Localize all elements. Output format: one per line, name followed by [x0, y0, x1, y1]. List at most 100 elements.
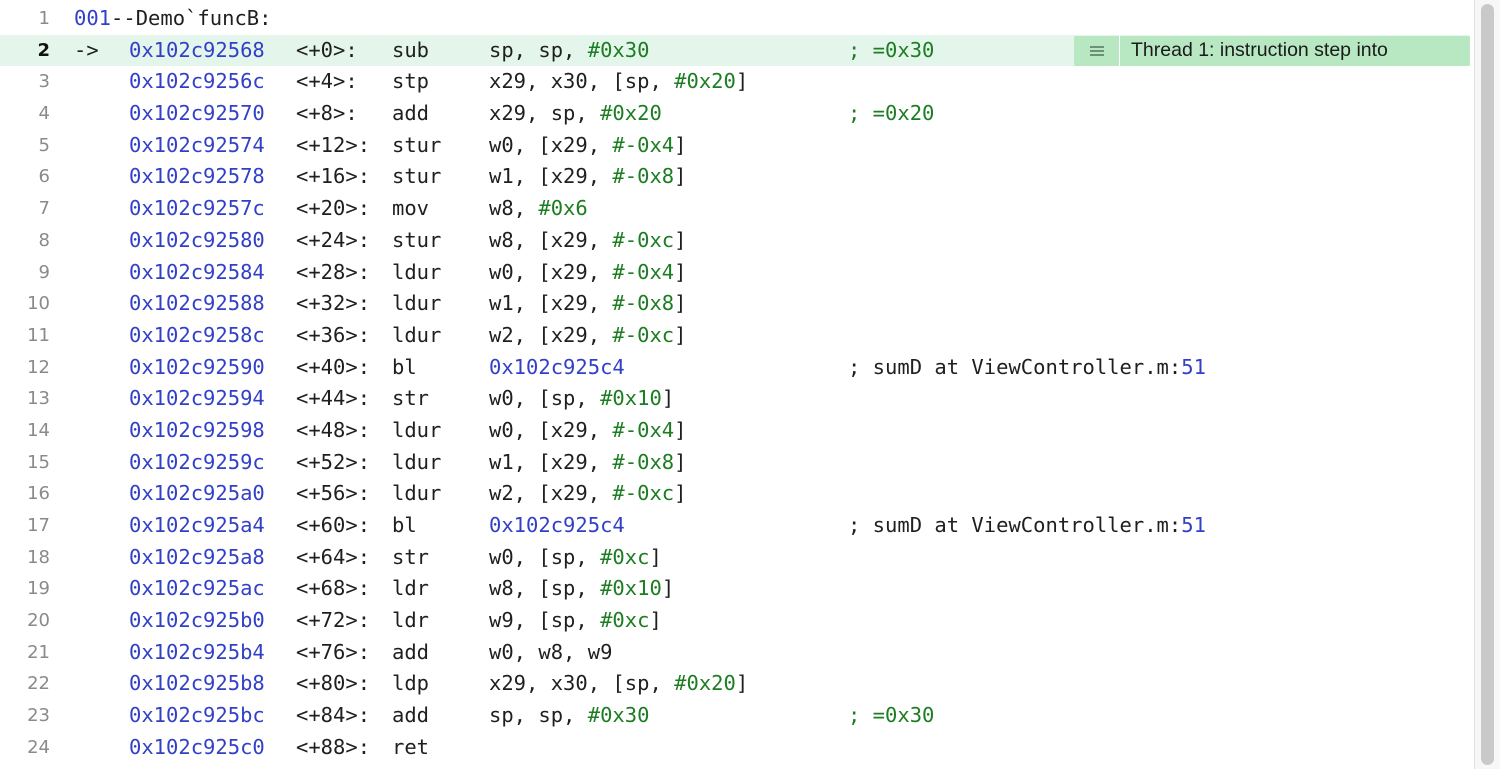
- function-title-name: --Demo`funcB:: [111, 6, 272, 30]
- instruction-address: 0x102c925bc: [129, 703, 265, 728]
- instruction-address: 0x102c9257c: [129, 196, 265, 221]
- operand-text: ]: [674, 259, 687, 284]
- instruction-comment: ; =0x30: [848, 37, 935, 62]
- code-line[interactable]: 11 0x102c9258c <+36>: ldur w2, [x29, #-0xc]: [0, 320, 1470, 352]
- line-number: 20: [27, 610, 50, 632]
- code-line[interactable]: 7 0x102c9257c <+20>: mov w8, #0x6: [0, 193, 1470, 225]
- instruction-operands: x29, sp, #0x20: [489, 98, 662, 130]
- code-line[interactable]: 13 0x102c92594 <+44>: str w0, [sp, #0x10]: [0, 383, 1470, 415]
- instruction-operands: sp, sp, #0x30: [489, 700, 649, 732]
- function-title-number: 001: [74, 6, 112, 30]
- code-line[interactable]: 17 0x102c925a4 <+60>: bl 0x102c925c4 ; sumD a…: [0, 510, 1470, 542]
- thread-status-badge[interactable]: Thread 1: instruction step into: [1074, 35, 1470, 66]
- operand-text: w0, [x29,: [489, 132, 613, 157]
- scrollbar-thumb[interactable]: [1481, 4, 1494, 765]
- function-title: 001--Demo`funcB:: [74, 3, 271, 35]
- current-instruction-line[interactable]: 2 -> 0x102c92568 <+0>: sub sp, sp, #0x30 ; =0x…: [0, 34, 1470, 67]
- code-line[interactable]: 22 0x102c925b8 <+80>: ldp x29, x30, [sp, #0x…: [0, 668, 1470, 700]
- code-line[interactable]: 19 0x102c925ac <+68>: ldr w8, [sp, #0x10]: [0, 573, 1470, 605]
- instruction-mnemonic: stur: [392, 132, 442, 157]
- operand-text: ]: [674, 449, 687, 474]
- instruction-offset: <+88>:: [296, 734, 371, 759]
- instruction-mnemonic: ldr: [392, 608, 430, 633]
- code-line[interactable]: 5 0x102c92574 <+12>: stur w0, [x29, #-0x4]: [0, 130, 1470, 162]
- line-number: 18: [27, 546, 50, 568]
- code-line[interactable]: 16 0x102c925a0 <+56>: ldur w2, [x29, #-0xc]: [0, 478, 1470, 510]
- instruction-address: 0x102c925a4: [129, 513, 265, 537]
- operand-text: ]: [674, 322, 687, 347]
- instruction-mnemonic: ldur: [392, 449, 442, 474]
- operand-text: ]: [661, 576, 675, 601]
- instruction-mnemonic: ldur: [392, 291, 442, 316]
- operand-text: w1, [x29,: [489, 164, 613, 189]
- code-line[interactable]: 1 001--Demo`funcB:: [0, 3, 1470, 35]
- code-line[interactable]: 23 0x102c925bc <+84>: add sp, sp, #0x30 ; =0x…: [0, 700, 1470, 732]
- instruction-mnemonic: str: [392, 386, 430, 411]
- line-number: 24: [27, 736, 50, 758]
- code-line[interactable]: 20 0x102c925b0 <+72>: ldr w9, [sp, #0xc]: [0, 605, 1470, 637]
- operand-immediate: #-0x8: [612, 291, 675, 316]
- line-number: 19: [27, 578, 50, 600]
- operand-text: ]: [735, 69, 749, 94]
- code-line[interactable]: 9 0x102c92584 <+28>: ldur w0, [x29, #-0x4]: [0, 257, 1470, 289]
- symbol-comment: ; sumD at ViewController.m:51: [848, 510, 1206, 542]
- operand-immediate: #0x30: [587, 37, 650, 62]
- operand-text: ]: [649, 608, 662, 633]
- operand-branch-target[interactable]: 0x102c925c4: [489, 513, 625, 537]
- instruction-offset: <+16>:: [296, 164, 371, 189]
- instruction-offset: <+84>:: [296, 703, 371, 728]
- instruction-offset: <+72>:: [296, 608, 371, 633]
- code-line[interactable]: 10 0x102c92588 <+32>: ldur w1, [x29, #-0x8]: [0, 288, 1470, 320]
- instruction-mnemonic: ldur: [392, 481, 442, 506]
- operand-immediate: #0x6: [538, 196, 588, 221]
- instruction-offset: <+20>:: [296, 196, 371, 221]
- line-number: 1: [38, 8, 50, 29]
- code-line[interactable]: 21 0x102c925b4 <+76>: add w0, w8, w9: [0, 637, 1470, 669]
- instruction-address: 0x102c9256c: [129, 69, 265, 94]
- instruction-operands: w8, [x29, #-0xc]: [489, 225, 686, 257]
- instruction-address: 0x102c925b8: [129, 671, 265, 696]
- code-line[interactable]: 18 0x102c925a8 <+64>: str w0, [sp, #0xc]: [0, 542, 1470, 574]
- operand-branch-target[interactable]: 0x102c925c4: [489, 355, 625, 379]
- line-number: 14: [27, 419, 50, 441]
- instruction-offset: <+8>:: [296, 101, 358, 126]
- instruction-operands: w0, [x29, #-0x4]: [489, 257, 686, 289]
- code-line[interactable]: 4 0x102c92570 <+8>: add x29, sp, #0x20 ; =0x2…: [0, 98, 1470, 130]
- operand-text: ]: [661, 386, 675, 411]
- code-line[interactable]: 8 0x102c92580 <+24>: stur w8, [x29, #-0xc]: [0, 225, 1470, 257]
- disassembly-editor: 1 001--Demo`funcB: 2 -> 0x102c92568 <+0>: sub s…: [0, 3, 1470, 764]
- instruction-mnemonic: ldur: [392, 322, 442, 347]
- instruction-operands: w0, [sp, #0x10]: [489, 383, 674, 415]
- operand-text: w0, w8, w9: [489, 639, 613, 664]
- symbol-source-line[interactable]: 51: [1181, 355, 1206, 379]
- instruction-address: 0x102c9259c: [129, 449, 265, 474]
- thread-status-text: Thread 1: instruction step into: [1131, 38, 1388, 61]
- list-lines-icon[interactable]: [1074, 35, 1120, 66]
- instruction-offset: <+80>:: [296, 671, 371, 696]
- code-line[interactable]: 3 0x102c9256c <+4>: stp x29, x30, [sp, #0x20…: [0, 66, 1470, 98]
- code-line[interactable]: 14 0x102c92598 <+48>: ldur w0, [x29, #-0x4]: [0, 415, 1470, 447]
- operand-immediate: #0x10: [600, 576, 662, 601]
- line-number: 8: [38, 229, 50, 251]
- operand-immediate: #0x20: [674, 69, 736, 94]
- instruction-offset: <+24>:: [296, 227, 371, 252]
- code-line[interactable]: 6 0x102c92578 <+16>: stur w1, [x29, #-0x8]: [0, 161, 1470, 193]
- instruction-offset: <+28>:: [296, 259, 371, 284]
- operand-text: w2, [x29,: [489, 322, 613, 347]
- symbol-source-line[interactable]: 51: [1181, 513, 1206, 537]
- operand-immediate: #0x30: [587, 703, 650, 728]
- operand-text: w0, [x29,: [489, 417, 613, 442]
- code-line[interactable]: 12 0x102c92590 <+40>: bl 0x102c925c4 ; sumD a…: [0, 352, 1470, 384]
- operand-immediate: #0x20: [600, 101, 662, 126]
- program-counter-arrow: ->: [74, 37, 99, 62]
- instruction-address: 0x102c925ac: [129, 576, 265, 601]
- instruction-operands: 0x102c925c4: [489, 510, 625, 542]
- code-line[interactable]: 24 0x102c925c0 <+88>: ret: [0, 732, 1470, 764]
- operand-text: ]: [674, 417, 687, 442]
- operand-text: w8, [sp,: [489, 576, 601, 601]
- vertical-scrollbar[interactable]: [1474, 0, 1500, 769]
- operand-text: w1, [x29,: [489, 449, 613, 474]
- operand-text: x29, sp,: [489, 101, 601, 126]
- instruction-address: 0x102c92580: [129, 227, 265, 252]
- code-line[interactable]: 15 0x102c9259c <+52>: ldur w1, [x29, #-0x8]: [0, 447, 1470, 479]
